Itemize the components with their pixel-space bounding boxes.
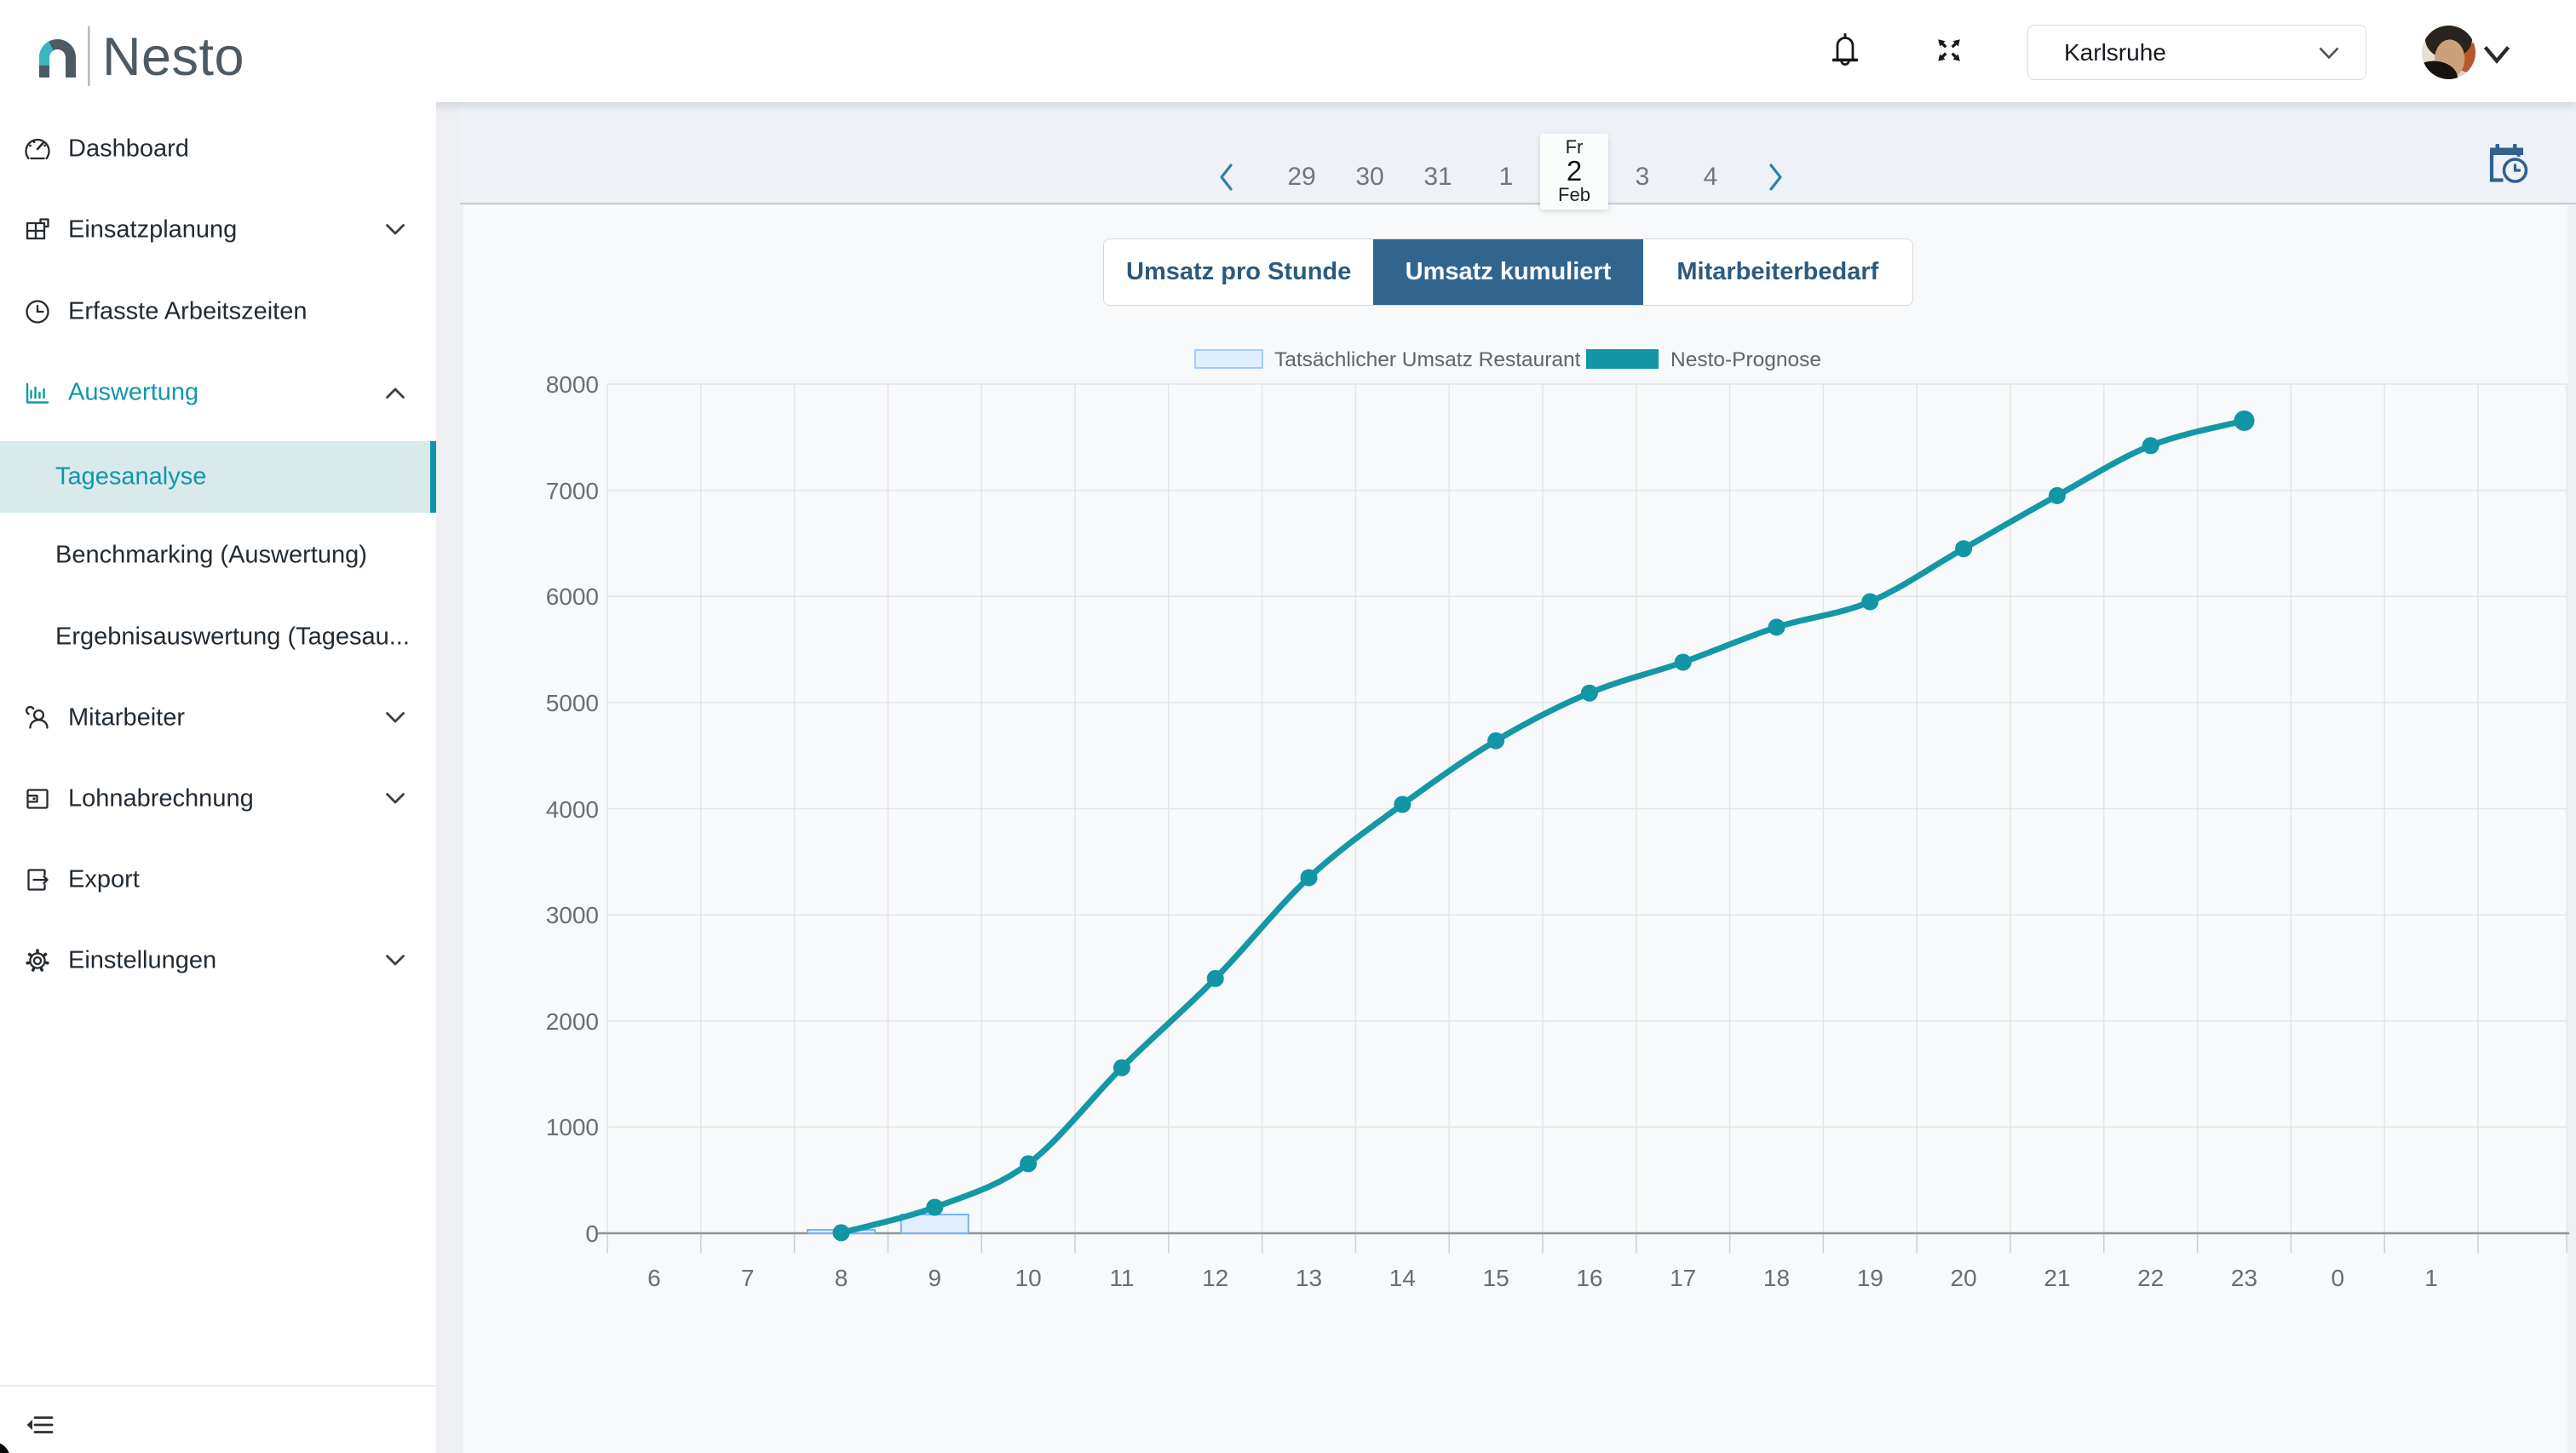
svg-text:11: 11 xyxy=(1109,1265,1134,1291)
svg-text:1000: 1000 xyxy=(546,1114,599,1140)
svg-text:5000: 5000 xyxy=(546,690,599,716)
svg-text:Nesto: Nesto xyxy=(102,27,244,87)
svg-text:7: 7 xyxy=(741,1265,755,1291)
svg-text:9: 9 xyxy=(929,1265,942,1291)
svg-text:10: 10 xyxy=(1015,1265,1042,1291)
svg-text:8: 8 xyxy=(835,1265,848,1291)
svg-text:0: 0 xyxy=(2332,1265,2345,1291)
svg-text:8000: 8000 xyxy=(546,371,599,398)
svg-text:23: 23 xyxy=(2231,1265,2257,1291)
svg-text:17: 17 xyxy=(1670,1265,1696,1291)
svg-text:14: 14 xyxy=(1389,1265,1416,1291)
svg-text:12: 12 xyxy=(1202,1265,1228,1291)
svg-text:3000: 3000 xyxy=(546,902,599,928)
svg-text:0: 0 xyxy=(585,1220,599,1247)
svg-text:19: 19 xyxy=(1857,1265,1883,1291)
svg-text:13: 13 xyxy=(1296,1265,1322,1291)
svg-text:18: 18 xyxy=(1763,1265,1790,1291)
svg-text:6000: 6000 xyxy=(546,583,599,610)
svg-text:21: 21 xyxy=(2044,1265,2070,1291)
svg-text:6: 6 xyxy=(647,1265,661,1291)
svg-text:22: 22 xyxy=(2137,1265,2164,1291)
svg-text:7000: 7000 xyxy=(546,478,599,504)
svg-text:20: 20 xyxy=(1951,1265,1977,1291)
svg-text:16: 16 xyxy=(1576,1265,1602,1291)
svg-text:2000: 2000 xyxy=(546,1008,599,1035)
svg-text:15: 15 xyxy=(1483,1265,1509,1291)
svg-text:1: 1 xyxy=(2424,1265,2438,1291)
svg-text:4000: 4000 xyxy=(546,796,599,823)
